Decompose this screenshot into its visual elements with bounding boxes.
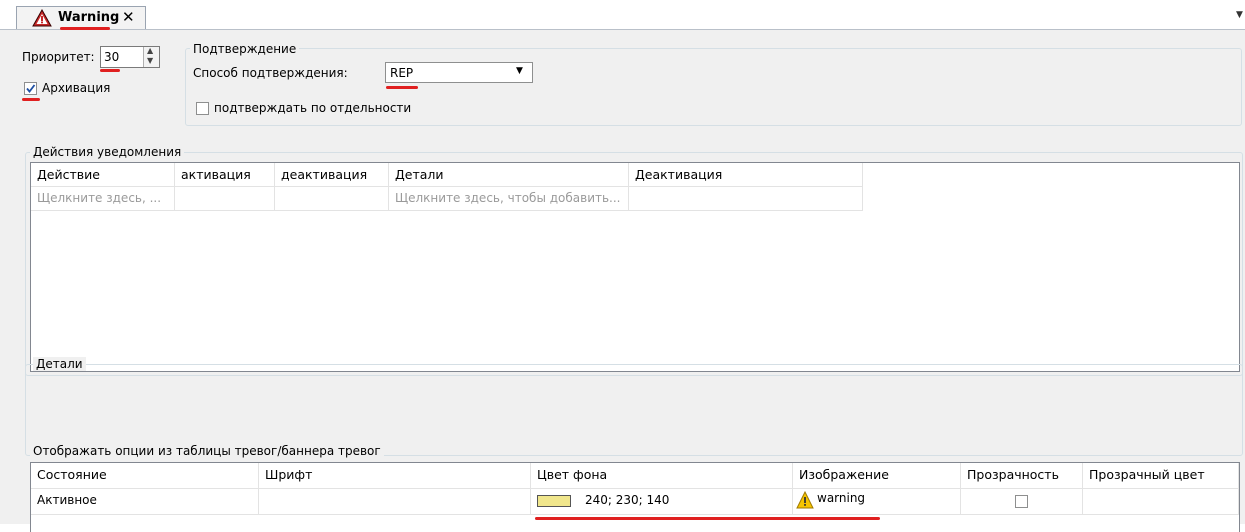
archive-checkbox[interactable]: [24, 82, 37, 95]
details-group-title: Детали: [33, 357, 86, 371]
priority-label: Приоритет:: [22, 50, 95, 64]
display-options-title: Отображать опции из таблицы тревог/банне…: [30, 444, 384, 458]
display-transparent-color-cell[interactable]: [1083, 489, 1239, 515]
highlight-mark: [535, 517, 880, 520]
actions-column-header[interactable]: активация: [175, 163, 275, 187]
confirmation-method-label: Способ подтверждения:: [193, 66, 348, 80]
display-state-cell[interactable]: Активное: [31, 489, 259, 515]
actions-column-header[interactable]: Детали: [389, 163, 629, 187]
close-icon[interactable]: ✕: [122, 8, 135, 26]
details-group: [25, 364, 1243, 456]
highlight-mark: [100, 69, 120, 72]
display-column-header[interactable]: Состояние: [31, 463, 259, 489]
display-transparency-cell[interactable]: [961, 489, 1083, 515]
display-font-cell[interactable]: [259, 489, 531, 515]
display-column-header[interactable]: Прозрачность: [961, 463, 1083, 489]
display-column-header[interactable]: Цвет фона: [531, 463, 793, 489]
archive-label: Архивация: [42, 81, 111, 95]
stepper-down-icon[interactable]: ▼: [147, 56, 153, 65]
confirm-separately-checkbox[interactable]: [196, 102, 209, 115]
actions-empty-cell[interactable]: [275, 187, 389, 211]
actions-empty-cell[interactable]: [175, 187, 275, 211]
actions-add-details-cell[interactable]: Щелкните здесь, чтобы добавить...: [389, 187, 629, 211]
highlight-mark: [386, 86, 418, 89]
checkmark-icon: [26, 84, 36, 93]
chevron-down-icon: ▼: [516, 66, 523, 76]
highlight-mark: [22, 98, 40, 101]
display-column-header[interactable]: Прозрачный цвет: [1083, 463, 1239, 489]
priority-value: 30: [104, 50, 120, 64]
display-options-table[interactable]: Состояние Шрифт Цвет фона Изображение Пр…: [30, 462, 1240, 532]
display-column-header[interactable]: Шрифт: [259, 463, 531, 489]
color-swatch: [537, 495, 571, 507]
warning-triangle-icon: [32, 8, 52, 30]
display-column-header[interactable]: Изображение: [793, 463, 961, 489]
actions-column-header[interactable]: деактивация: [275, 163, 389, 187]
confirmation-group-title: Подтверждение: [190, 42, 300, 56]
display-image-cell[interactable]: warning: [793, 489, 961, 515]
bg-color-value: 240; 230; 140: [585, 493, 670, 507]
display-bg-color-cell[interactable]: 240; 230; 140: [531, 489, 793, 515]
actions-add-cell[interactable]: Щелкните здесь, ...: [31, 187, 175, 211]
confirm-separately-label: подтверждать по отдельности: [214, 101, 412, 115]
actions-empty-cell[interactable]: [629, 187, 863, 211]
actions-column-header[interactable]: Действие: [31, 163, 175, 187]
tab-title: Warning: [58, 10, 120, 25]
priority-stepper[interactable]: 30 ▲ ▼: [100, 46, 160, 68]
actions-column-header[interactable]: Деактивация: [629, 163, 863, 187]
tab-strip: Warning ✕ ▼: [0, 0, 1245, 30]
notification-actions-title: Действия уведомления: [30, 145, 185, 159]
tab-overflow-dropdown-icon[interactable]: ▼: [1236, 10, 1243, 20]
image-name: warning: [817, 491, 866, 505]
warning-icon: [796, 490, 814, 512]
alarm-properties-panel: Приоритет: 30 ▲ ▼ Архивация Подтверждени…: [0, 30, 1245, 532]
stepper-up-icon[interactable]: ▲: [147, 46, 153, 55]
stepper-arrows[interactable]: ▲ ▼: [143, 46, 159, 67]
transparency-checkbox[interactable]: [1015, 495, 1028, 508]
actions-table[interactable]: Действие активация деактивация Детали Де…: [30, 162, 1240, 372]
confirmation-method-value: REP: [390, 66, 414, 80]
confirmation-method-select[interactable]: REP ▼: [385, 62, 533, 83]
